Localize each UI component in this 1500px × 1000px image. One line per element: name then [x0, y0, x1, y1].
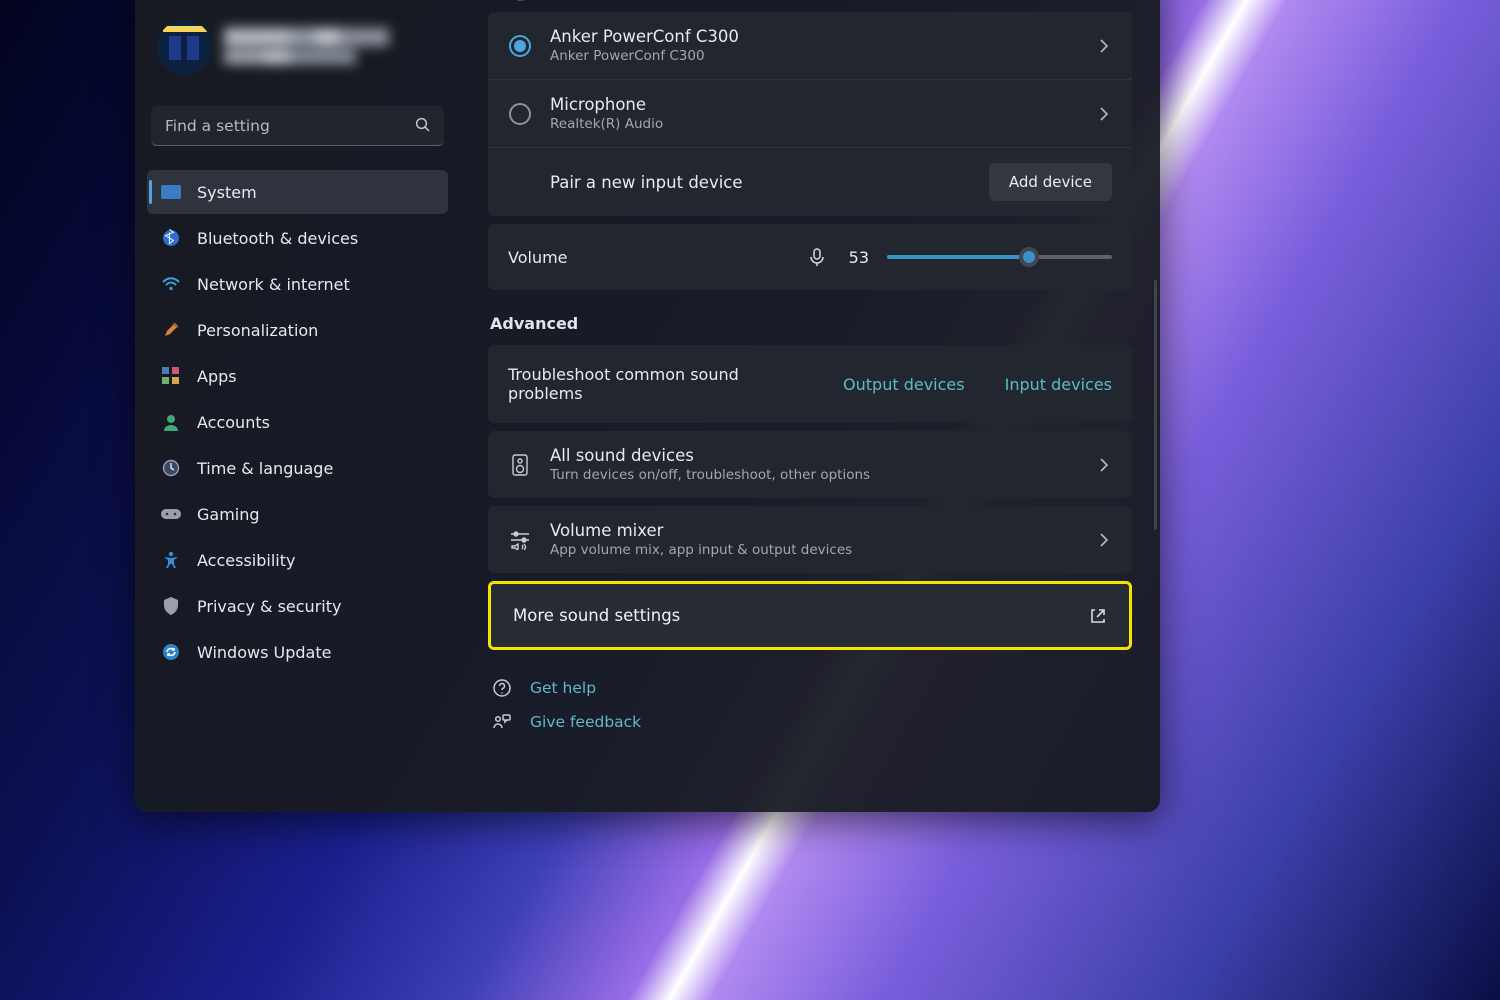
system-icon [161, 182, 181, 202]
sidebar-item-label: Accessibility [197, 551, 295, 570]
sidebar-item-label: System [197, 183, 257, 202]
sidebar-item-label: Windows Update [197, 643, 331, 662]
sidebar-item-label: Accounts [197, 413, 270, 432]
bluetooth-icon [161, 228, 181, 248]
help-icon [492, 678, 512, 698]
link-text: Give feedback [530, 713, 641, 731]
sidebar-item-system[interactable]: System [147, 170, 448, 214]
volume-slider[interactable] [887, 255, 1112, 259]
chevron-right-icon [1096, 532, 1112, 548]
external-link-icon [1089, 607, 1107, 625]
volume-mixer-row[interactable]: Volume mixer App volume mix, app input &… [488, 506, 1132, 573]
advanced-heading: Advanced [490, 314, 1132, 333]
search-box[interactable] [151, 106, 444, 146]
add-device-button[interactable]: Add device [989, 163, 1112, 201]
sidebar-item-windows-update[interactable]: Windows Update [147, 630, 448, 674]
sidebar-item-label: Bluetooth & devices [197, 229, 358, 248]
mixer-icon [508, 530, 532, 550]
device-subtitle: Anker PowerConf C300 [550, 48, 1078, 64]
all-sound-devices-row[interactable]: All sound devices Turn devices on/off, t… [488, 431, 1132, 498]
device-title: Anker PowerConf C300 [550, 27, 1078, 46]
more-sound-settings-highlight: More sound settings [488, 581, 1132, 650]
chevron-right-icon [1096, 106, 1112, 122]
chevron-right-icon [1096, 38, 1112, 54]
breadcrumb-current: Sound [686, 0, 814, 2]
troubleshoot-label: Troubleshoot common sound problems [508, 365, 813, 403]
sidebar-item-bluetooth[interactable]: Bluetooth & devices [147, 216, 448, 260]
volume-row: Volume 53 [488, 224, 1132, 290]
breadcrumb-parent[interactable]: System [488, 0, 638, 2]
microphone-icon[interactable] [807, 247, 827, 267]
input-devices-link[interactable]: Input devices [1005, 375, 1112, 394]
apps-icon [161, 366, 181, 386]
search-icon [414, 116, 432, 134]
get-help-link[interactable]: Get help [492, 678, 1132, 698]
sidebar-item-accessibility[interactable]: Accessibility [147, 538, 448, 582]
more-sound-settings-row[interactable]: More sound settings [491, 584, 1129, 647]
breadcrumb-separator-icon: › [656, 0, 668, 2]
breadcrumb: System › Sound [488, 0, 1132, 2]
profile-block[interactable] [147, 10, 448, 100]
clock-globe-icon [161, 458, 181, 478]
sidebar-item-privacy[interactable]: Privacy & security [147, 584, 448, 628]
sidebar-item-apps[interactable]: Apps [147, 354, 448, 398]
content-area: System › Sound Anker PowerConf C300 Anke… [460, 0, 1160, 812]
sidebar-item-label: Privacy & security [197, 597, 341, 616]
troubleshoot-card: Troubleshoot common sound problems Outpu… [488, 345, 1132, 423]
sidebar-item-label: Apps [197, 367, 237, 386]
scrollbar[interactable] [1154, 280, 1157, 530]
person-icon [161, 412, 181, 432]
device-title: Microphone [550, 95, 1078, 114]
paintbrush-icon [161, 320, 181, 340]
gamepad-icon [161, 504, 181, 524]
give-feedback-link[interactable]: Give feedback [492, 712, 1132, 732]
profile-name-redacted [224, 28, 389, 68]
row-subtitle: Turn devices on/off, troubleshoot, other… [550, 467, 1078, 483]
avatar [157, 20, 212, 75]
chevron-right-icon [1096, 457, 1112, 473]
sidebar-item-time-language[interactable]: Time & language [147, 446, 448, 490]
sidebar-item-label: Personalization [197, 321, 318, 340]
sidebar-item-gaming[interactable]: Gaming [147, 492, 448, 536]
speaker-icon [508, 453, 532, 477]
sidebar: System Bluetooth & devices Network & int… [135, 0, 460, 812]
shield-icon [161, 596, 181, 616]
accessibility-icon [161, 550, 181, 570]
sidebar-item-network[interactable]: Network & internet [147, 262, 448, 306]
search-input[interactable] [151, 106, 444, 146]
input-device-row[interactable]: Microphone Realtek(R) Audio [488, 79, 1132, 147]
radio-selected-icon[interactable] [509, 35, 531, 57]
sidebar-item-accounts[interactable]: Accounts [147, 400, 448, 444]
feedback-icon [492, 712, 512, 732]
wifi-icon [161, 274, 181, 294]
update-icon [161, 642, 181, 662]
row-title: All sound devices [550, 446, 1078, 465]
input-devices-card: Anker PowerConf C300 Anker PowerConf C30… [488, 12, 1132, 216]
sidebar-item-label: Time & language [197, 459, 333, 478]
settings-window: System Bluetooth & devices Network & int… [135, 0, 1160, 812]
output-devices-link[interactable]: Output devices [843, 375, 965, 394]
pair-label: Pair a new input device [550, 173, 971, 192]
row-subtitle: App volume mix, app input & output devic… [550, 542, 1078, 558]
volume-label: Volume [508, 248, 568, 267]
device-subtitle: Realtek(R) Audio [550, 116, 1078, 132]
sidebar-item-personalization[interactable]: Personalization [147, 308, 448, 352]
troubleshoot-row: Troubleshoot common sound problems Outpu… [488, 345, 1132, 423]
row-title: More sound settings [513, 606, 1071, 625]
pair-device-row: Pair a new input device Add device [488, 147, 1132, 216]
slider-thumb[interactable] [1019, 247, 1039, 267]
input-device-row[interactable]: Anker PowerConf C300 Anker PowerConf C30… [488, 12, 1132, 79]
radio-unselected-icon[interactable] [509, 103, 531, 125]
row-title: Volume mixer [550, 521, 1078, 540]
sidebar-item-label: Network & internet [197, 275, 350, 294]
volume-card: Volume 53 [488, 224, 1132, 290]
footer-links: Get help Give feedback [488, 678, 1132, 732]
volume-value: 53 [845, 248, 869, 267]
link-text: Get help [530, 679, 596, 697]
sidebar-item-label: Gaming [197, 505, 260, 524]
nav-list: System Bluetooth & devices Network & int… [147, 170, 448, 674]
